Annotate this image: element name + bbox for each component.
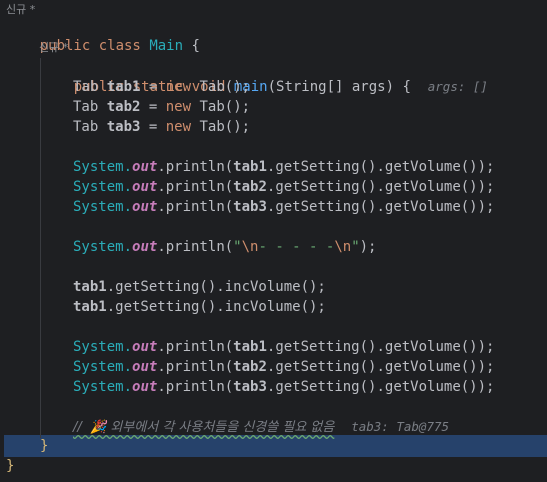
variable: tab2 <box>106 99 141 115</box>
code-line[interactable]: Tab tab1 = new Tab(); <box>73 77 547 97</box>
punct: ); <box>359 239 377 255</box>
code-editor[interactable]: 신규 * public class Main { 신규 * public sta… <box>0 0 547 482</box>
method-close-brace[interactable]: } <box>40 436 547 456</box>
code-line[interactable]: System.out.println(tab2.getSetting().get… <box>73 357 547 377</box>
code-line[interactable]: tab1.getSetting().incVolume(); <box>73 277 547 297</box>
type: Tab <box>73 119 99 135</box>
code-line[interactable]: System.out.println(tab3.getSetting().get… <box>73 197 547 217</box>
operator: = <box>140 119 166 135</box>
variable: tab3 <box>233 379 267 395</box>
type: Tab <box>73 79 99 95</box>
method-call: .println( <box>157 239 234 255</box>
variable: tab1 <box>233 159 267 175</box>
code-line[interactable]: System.out.println(tab1.getSetting().get… <box>73 157 547 177</box>
class-ref: System. <box>73 239 133 255</box>
method-declaration[interactable]: public static void main(String[] args) {… <box>40 57 547 95</box>
code-comment: // 🎉 외부에서 각 사용처들을 신경쓸 필요 없음 <box>73 420 335 435</box>
code-line[interactable]: System.out.println(tab1.getSetting().get… <box>73 337 547 357</box>
variable: tab3 <box>233 199 267 215</box>
code-line[interactable]: System.out.println("\n- - - - -\n"); <box>73 237 547 257</box>
code-line[interactable]: System.out.println(tab2.getSetting().get… <box>73 177 547 197</box>
string: - - - - - <box>258 239 335 255</box>
variable: tab1 <box>73 279 107 295</box>
string: " <box>351 239 360 255</box>
brace: } <box>40 438 49 454</box>
brace: } <box>6 458 15 474</box>
constructor: Tab <box>199 79 225 95</box>
variable: tab1 <box>106 79 141 95</box>
variable: tab1 <box>73 299 107 315</box>
operator: = <box>140 79 166 95</box>
variable: tab2 <box>233 179 267 195</box>
method-call: .getSetting().incVolume(); <box>106 279 326 295</box>
class-close-brace[interactable]: } <box>6 456 547 476</box>
code-line[interactable]: tab1.getSetting().incVolume(); <box>73 297 547 317</box>
escape: \n <box>334 239 352 255</box>
method-call: .getSetting().incVolume(); <box>106 299 326 315</box>
keyword: new <box>165 79 192 95</box>
inlay-hint-method: 신규 * <box>39 41 69 54</box>
comment-line[interactable]: // 🎉 외부에서 각 사용처들을 신경쓸 필요 없음 tab3: Tab@77… <box>73 417 547 437</box>
keyword: new <box>165 119 192 135</box>
constructor: Tab <box>199 99 225 115</box>
type: Tab <box>73 99 99 115</box>
constructor: Tab <box>199 119 225 135</box>
variable: tab2 <box>233 359 267 375</box>
code-line[interactable]: System.out.println(tab3.getSetting().get… <box>73 377 547 397</box>
value-hint: tab3: Tab@775 <box>351 419 450 434</box>
class-declaration[interactable]: public class Main { <box>6 16 547 54</box>
code-line[interactable]: Tab tab3 = new Tab(); <box>73 117 547 137</box>
punct: (); <box>224 99 251 115</box>
operator: = <box>140 99 166 115</box>
string: " <box>233 239 242 255</box>
punct: (); <box>224 119 251 135</box>
escape: \n <box>241 239 259 255</box>
variable: tab3 <box>106 119 141 135</box>
variable: tab1 <box>233 339 267 355</box>
code-line[interactable]: Tab tab2 = new Tab(); <box>73 97 547 117</box>
field: out <box>132 239 158 255</box>
keyword: new <box>165 99 192 115</box>
punct: (); <box>224 79 251 95</box>
